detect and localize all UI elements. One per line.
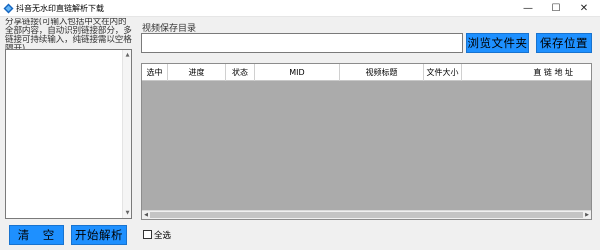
scroll-up-icon[interactable]: ▲ [124,51,131,59]
scroll-left-icon[interactable]: ◀ [142,211,150,220]
scroll-right-icon[interactable]: ▶ [583,211,591,220]
save-location-button[interactable]: 保存位置 [536,33,592,53]
save-dir-input[interactable] [141,33,463,53]
start-parse-button[interactable]: 开始解析 [71,225,127,245]
checkbox-box[interactable] [143,230,152,239]
app-logo-icon [3,3,14,14]
col-header-progress[interactable]: 进度 [168,64,226,81]
browse-folder-button[interactable]: 浏览文件夹 [466,33,529,53]
scroll-down-icon[interactable]: ▼ [124,209,131,217]
col-header-direct-link[interactable]: 直 链 地 址 [462,64,591,81]
select-all-label[interactable]: 全选 [154,229,171,241]
col-header-status[interactable]: 状态 [226,64,255,81]
close-button[interactable]: ✕ [570,0,598,17]
table-body[interactable] [142,82,591,210]
col-header-video-title[interactable]: 视频标题 [340,64,424,81]
table-header: 选中 进度 状态 MID 视频标题 文件大小 直 链 地 址 [142,64,591,81]
maximize-button[interactable]: ☐ [542,0,570,17]
scrollbar-thumb[interactable] [150,212,583,218]
clear-button[interactable]: 清 空 [9,225,64,245]
video-list-table[interactable]: 选中 进度 状态 MID 视频标题 文件大小 直 链 地 址 ◀ ▶ [141,63,592,220]
link-input-scrollbar[interactable]: ▲ ▼ [122,50,131,218]
col-header-selected[interactable]: 选中 [142,64,168,81]
share-link-input[interactable]: ▲ ▼ [5,49,132,219]
window-title: 抖音无水印直链解析下载 [16,4,104,13]
minimize-button[interactable]: — [514,0,542,17]
col-header-mid[interactable]: MID [255,64,340,81]
table-horizontal-scrollbar[interactable]: ◀ ▶ [142,210,591,219]
title-bar: 抖音无水印直链解析下载 — ☐ ✕ [0,0,600,17]
col-header-file-size[interactable]: 文件大小 [424,64,462,81]
